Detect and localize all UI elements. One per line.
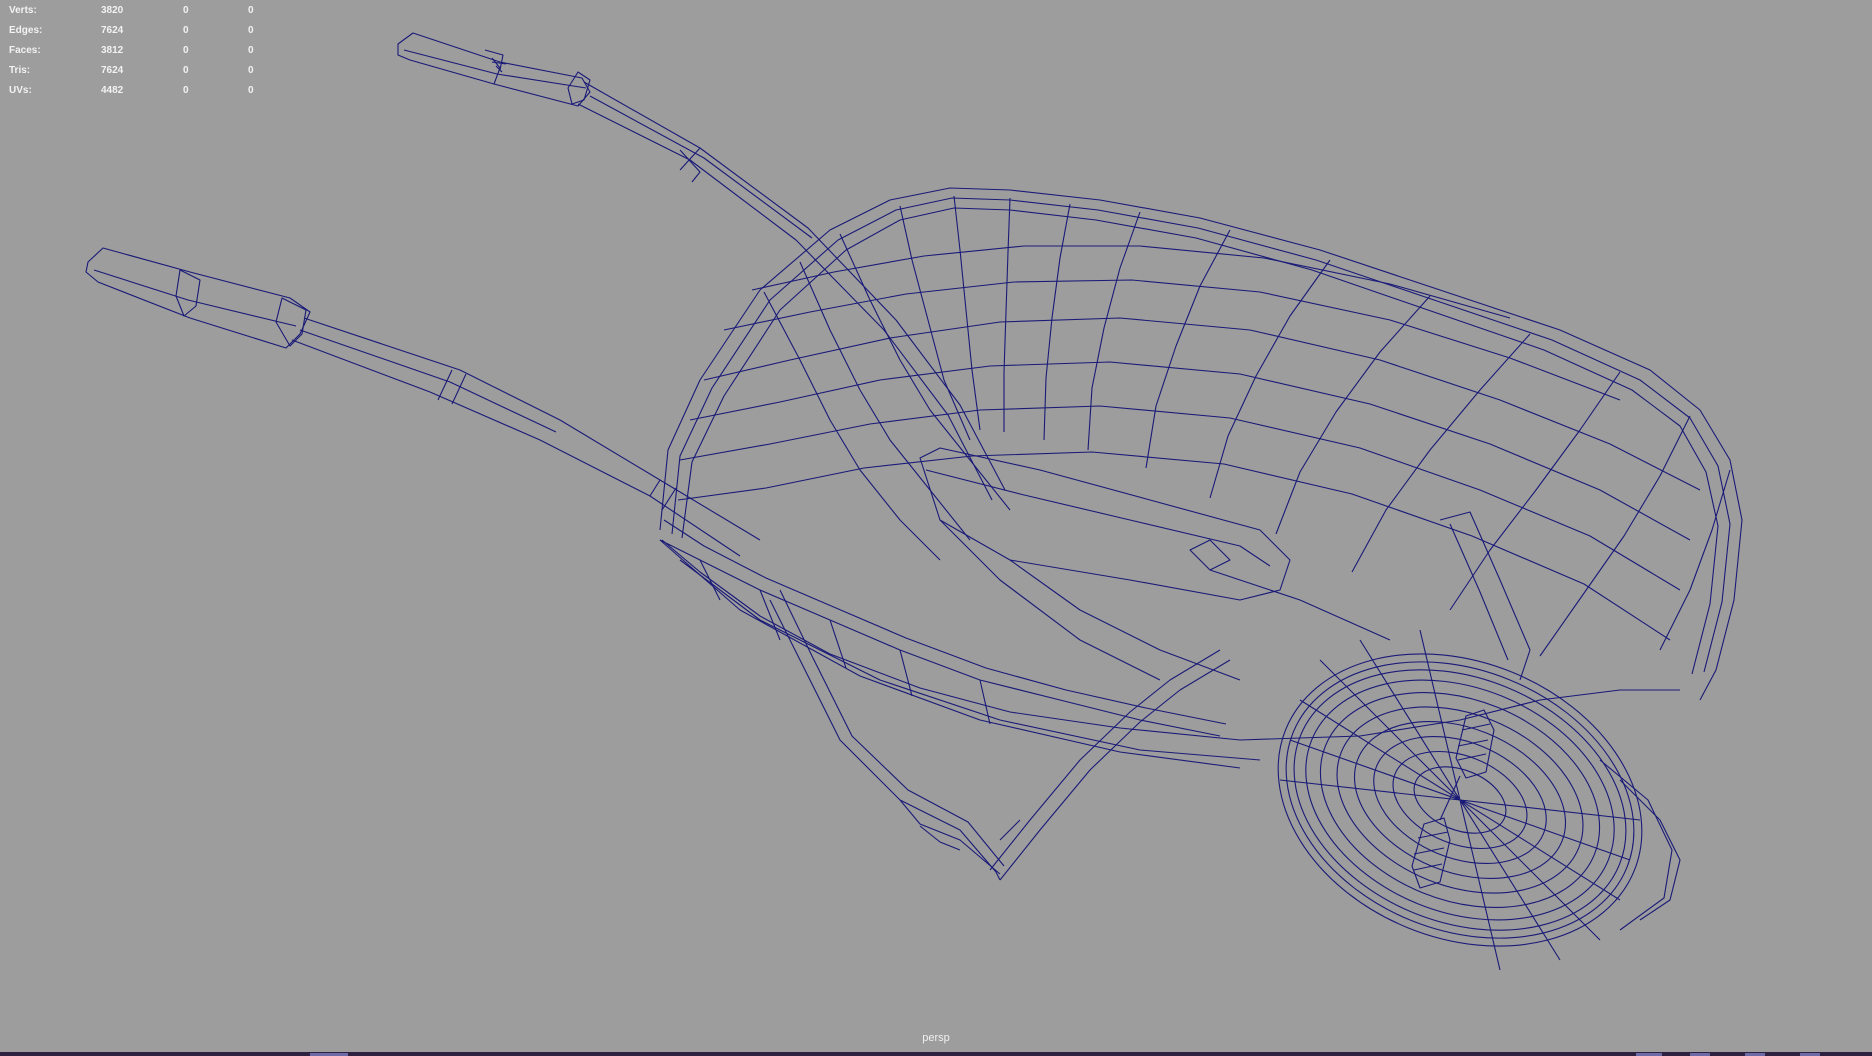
hud-value: 0	[183, 25, 189, 36]
hud-value: 3812	[101, 45, 124, 56]
camera-name-label: persp	[922, 1032, 950, 1044]
hud-value: 7624	[101, 25, 124, 36]
wheel	[1277, 629, 1681, 971]
hud-row-uvs: UVs: 4482 0 0	[9, 81, 269, 101]
poly-count-hud: Verts: 3820 0 0 Edges: 7624 0 0 Faces: 3…	[9, 1, 269, 101]
hud-value: 3820	[101, 5, 124, 16]
tray-bottom	[919, 447, 1291, 681]
hud-label: Faces:	[9, 45, 41, 56]
hud-label: Verts:	[9, 5, 37, 16]
tray-rim	[659, 187, 1743, 741]
hud-label: UVs:	[9, 85, 32, 96]
hud-label: Edges:	[9, 25, 43, 36]
hud-value: 0	[183, 45, 189, 56]
wheelbarrow-wireframe	[85, 32, 1743, 971]
viewport-bottom-border	[0, 1052, 1872, 1056]
hud-value: 0	[183, 85, 189, 96]
hud-value: 0	[248, 45, 254, 56]
hud-row-faces: Faces: 3812 0 0	[9, 41, 269, 61]
viewport-wireframe[interactable]	[0, 0, 1872, 1056]
hud-row-verts: Verts: 3820 0 0	[9, 1, 269, 21]
hud-value: 0	[183, 5, 189, 16]
hud-row-tris: Tris: 7624 0 0	[9, 61, 269, 81]
hud-value: 0	[248, 5, 254, 16]
tray-grid	[677, 195, 1731, 657]
tray-skirt	[659, 519, 1261, 769]
hud-value: 4482	[101, 85, 124, 96]
hud-value: 0	[248, 65, 254, 76]
hud-value: 7624	[101, 65, 124, 76]
lower-handle	[85, 247, 761, 557]
hud-row-edges: Edges: 7624 0 0	[9, 21, 269, 41]
hud-value: 0	[248, 25, 254, 36]
hud-value: 0	[183, 65, 189, 76]
hud-value: 0	[248, 85, 254, 96]
hud-label: Tris:	[9, 65, 31, 76]
